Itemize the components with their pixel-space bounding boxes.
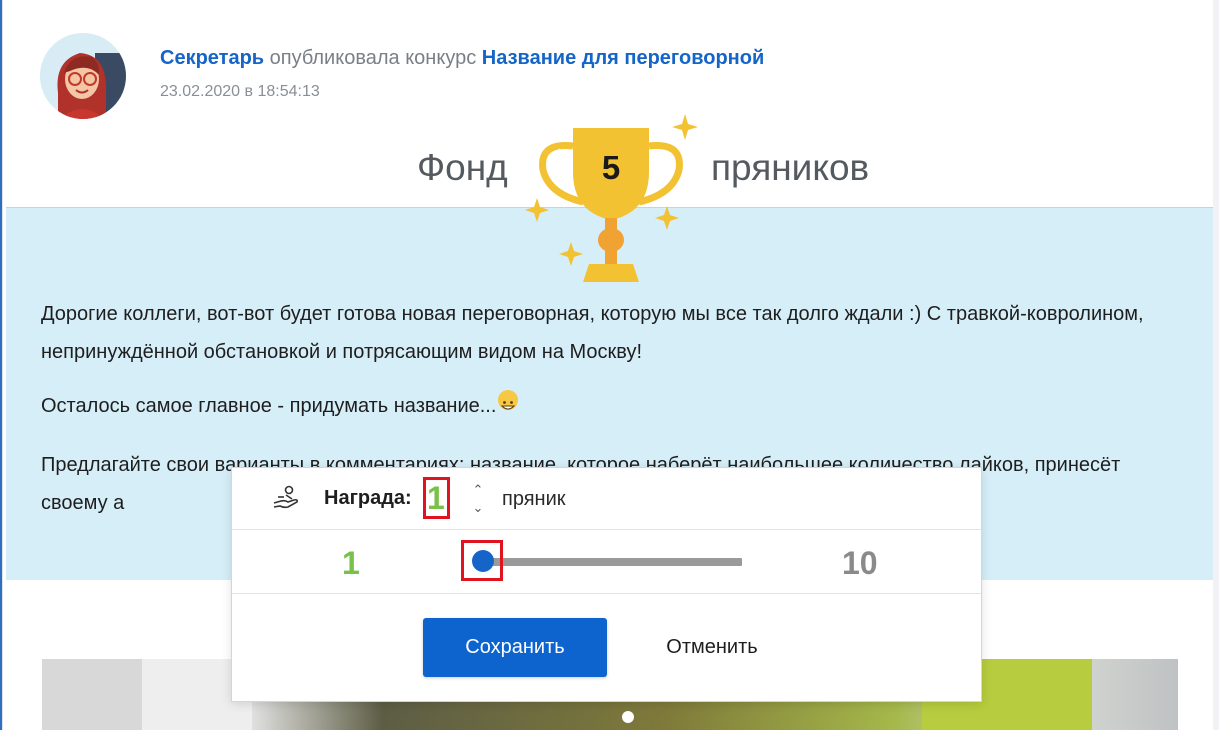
slider-min-label: 1 [342, 545, 360, 581]
stepper-up-icon[interactable]: ⌃ [471, 481, 485, 499]
highlight-box-thumb [461, 540, 503, 581]
fund-label-left: Фонд [417, 147, 508, 188]
save-button[interactable]: Сохранить [423, 618, 607, 677]
trophy-icon [525, 114, 698, 282]
reward-slider-row: 1 10 [232, 530, 981, 594]
cancel-button[interactable]: Отменить [642, 618, 782, 677]
author-avatar[interactable] [40, 33, 126, 119]
slider-track[interactable] [482, 558, 742, 566]
post-date: 23.02.2020 в 18:54:13 [160, 83, 320, 100]
post-paragraph-2-text: Осталось самое главное - придумать назва… [41, 395, 497, 417]
grinning-emoji [498, 390, 519, 410]
reward-actions: Сохранить Отменить [232, 594, 981, 701]
post-action-text: опубликовала конкурс [264, 47, 482, 69]
post-paragraph-1: Дорогие коллеги, вот-вот будет готова но… [41, 303, 1144, 363]
highlight-box-value [423, 477, 450, 519]
slider-max-label: 10 [842, 545, 878, 581]
author-link[interactable]: Секретарь [160, 47, 264, 69]
sparkle-icon [672, 114, 698, 140]
post-header: Секретарь опубликовала конкурс Название … [160, 47, 764, 101]
reward-stepper[interactable]: ⌃ ⌄ [471, 481, 485, 517]
stepper-down-icon[interactable]: ⌄ [471, 499, 485, 517]
fund-label-right: пряников [711, 147, 870, 188]
sparkle-icon [559, 242, 583, 266]
avatar-secretary [40, 33, 126, 119]
sparkle-icon [655, 206, 679, 230]
reward-row: Награда: 1 ⌃ ⌄ пряник [232, 468, 981, 530]
reward-label: Награда: [324, 487, 412, 509]
post-headline: Секретарь опубликовала конкурс Название … [160, 47, 764, 70]
contest-link[interactable]: Название для переговорной [482, 47, 764, 69]
post-paragraph-2: Осталось самое главное - придумать назва… [41, 387, 1171, 425]
window-edge-right [1213, 0, 1219, 730]
sparkle-icon [525, 198, 549, 222]
window-edge-left [0, 0, 2, 730]
reward-unit: пряник [502, 488, 566, 510]
reward-popup: Награда: 1 ⌃ ⌄ пряник 1 10 Сохранить Отм… [231, 467, 982, 702]
hand-gift-icon [273, 485, 298, 509]
fund-amount: 5 [601, 149, 621, 186]
